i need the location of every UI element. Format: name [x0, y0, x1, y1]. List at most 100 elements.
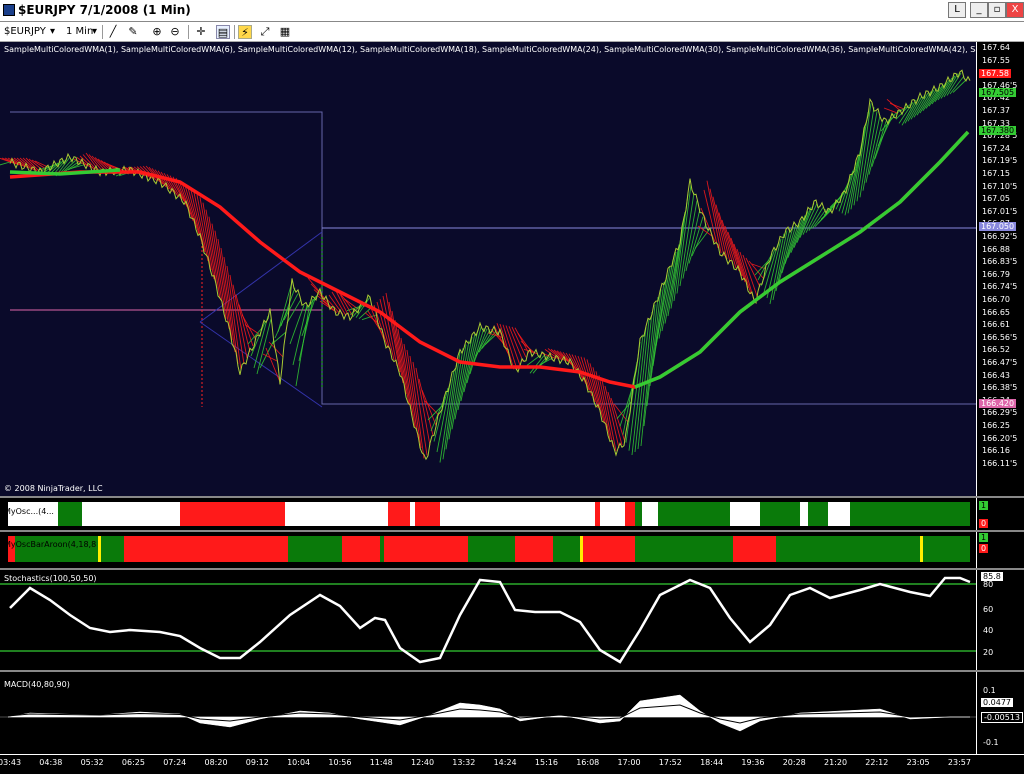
- chart-app-icon: [3, 4, 15, 16]
- stoch-tick-40: 40: [983, 626, 994, 635]
- time-tick: 12:40: [411, 758, 435, 767]
- line-style-icon[interactable]: ╱: [106, 25, 120, 39]
- stochastics-line: [9, 576, 971, 664]
- slow-wma-green: [634, 130, 970, 389]
- close-button[interactable]: X: [1006, 2, 1024, 18]
- time-tick: 16:08: [576, 758, 600, 767]
- price-tick: 167.10'5: [982, 181, 1018, 191]
- minimize-button[interactable]: _: [970, 2, 988, 18]
- price-marker: 166.420: [979, 399, 1017, 408]
- chart-toolbar: $EURJPY ▾ 1 Min ▾ ╱ ✎ ⊕ ⊖ ✛ ▤ ⚡ ⤢ ▦: [0, 22, 1024, 42]
- time-tick: 03:43: [0, 758, 22, 767]
- time-tick: 19:36: [741, 758, 765, 767]
- price-tick: 166.43: [982, 370, 1010, 380]
- macd-axis: 0.1 0.0477 -0.00513 -0.1: [976, 672, 1024, 754]
- chevron-down-icon[interactable]: ▾: [50, 24, 55, 40]
- macd-marker-1: 0.0477: [981, 698, 1013, 707]
- price-axis[interactable]: 167.64167.55167.51167.46'5167.42167.3716…: [976, 42, 1024, 497]
- time-tick: 13:32: [452, 758, 476, 767]
- osc2-label: MyOscBarAroon(4,18,8: [4, 540, 97, 549]
- properties-icon[interactable]: ▤: [216, 25, 230, 39]
- price-tick: 166.25: [982, 421, 1010, 430]
- price-tick: 166.83'5: [982, 257, 1018, 267]
- macd-label: MACD(40,80,90): [4, 680, 70, 689]
- osc1-axis: 1 0: [976, 498, 1024, 530]
- window-title: $EURJPY 7/1/2008 (1 Min): [18, 3, 191, 17]
- price-tick: 166.65: [982, 307, 1010, 317]
- stoch-current-marker: 85.8: [981, 572, 1003, 581]
- ninjatrader-chart-window: $EURJPY 7/1/2008 (1 Min) L _ ▫ X $EURJPY…: [0, 0, 1024, 774]
- time-tick: 11:48: [369, 758, 393, 767]
- price-panel[interactable]: SampleMultiColoredWMA(1), SampleMultiCol…: [0, 42, 1024, 497]
- time-axis[interactable]: 03:43 04:38 05:32 06:25 07:24 08:20 09:12 10:04…: [0, 754, 1024, 774]
- data-box-icon[interactable]: ▦: [278, 25, 292, 39]
- price-tick: 166.20'5: [982, 433, 1018, 443]
- price-chart: [0, 69, 976, 463]
- price-tick: 167.15: [982, 169, 1010, 178]
- price-tick: 167.55: [982, 55, 1010, 65]
- price-tick: 166.56'5: [982, 332, 1018, 342]
- link-button[interactable]: L: [948, 2, 966, 18]
- time-tick: 17:00: [617, 758, 641, 767]
- crosshair-icon[interactable]: ✛: [194, 25, 208, 39]
- price-tick: 166.88: [982, 244, 1010, 254]
- stoch-tick-60: 60: [983, 605, 994, 614]
- price-tick: 166.38'5: [982, 383, 1018, 393]
- time-tick: 10:56: [328, 758, 352, 767]
- time-tick: 14:24: [493, 758, 517, 767]
- stochastics-axis: 80 60 40 20 85.8: [976, 570, 1024, 670]
- zoom-out-icon[interactable]: ⊖: [168, 25, 182, 39]
- time-tick: 15:16: [534, 758, 558, 767]
- strategy-icon[interactable]: ⚡: [238, 25, 252, 39]
- title-bar[interactable]: $EURJPY 7/1/2008 (1 Min) L _ ▫ X: [0, 0, 1024, 22]
- osc-bar-panel-1[interactable]: MyOsc...(4...: [0, 498, 976, 530]
- osc-bar-panel-2[interactable]: MyOscBarAroon(4,18,8: [0, 532, 976, 568]
- price-marker: 167.58: [979, 69, 1011, 78]
- price-marker: 167.050: [979, 222, 1017, 231]
- time-tick: 07:24: [163, 758, 187, 767]
- macd-panel[interactable]: MACD(40,80,90): [0, 672, 976, 754]
- macd-marker-2: -0.00513: [981, 712, 1023, 723]
- instrument-selector[interactable]: $EURJPY: [4, 24, 46, 40]
- copyright-label: © 2008 NinjaTrader, LLC: [4, 484, 103, 493]
- time-tick: 09:12: [245, 758, 269, 767]
- time-tick: 04:38: [39, 758, 63, 767]
- time-tick: 22:12: [865, 758, 889, 767]
- time-tick: 05:32: [80, 758, 104, 767]
- pencil-icon[interactable]: ✎: [126, 25, 140, 39]
- time-tick: 10:04: [287, 758, 311, 767]
- price-marker: 167.505: [979, 88, 1017, 97]
- price-tick: 167.37: [982, 106, 1010, 115]
- stochastics-chart: [0, 576, 976, 664]
- zoom-in-icon[interactable]: ⊕: [150, 25, 164, 39]
- osc2-axis: 1 0: [976, 532, 1024, 568]
- stochastics-panel[interactable]: Stochastics(100,50,50): [0, 570, 976, 670]
- time-tick: 08:20: [204, 758, 228, 767]
- price-tick: 166.47'5: [982, 358, 1018, 367]
- stochastics-label: Stochastics(100,50,50): [4, 574, 97, 583]
- macd-chart: [0, 694, 976, 732]
- osc1-marker-bottom: 0: [979, 519, 989, 528]
- price-tick: 166.92'5: [982, 232, 1018, 241]
- price-tick: 166.79: [982, 269, 1010, 279]
- time-tick: 21:20: [824, 758, 848, 767]
- price-tick: 167.01'5: [982, 206, 1018, 216]
- price-tick: 166.61: [982, 320, 1010, 330]
- stoch-tick-80: 80: [983, 580, 994, 589]
- time-tick: 20:28: [782, 758, 806, 767]
- time-tick: 17:52: [658, 758, 682, 767]
- osc-bar-chart-2: [8, 536, 970, 562]
- maximize-button[interactable]: ▫: [988, 2, 1006, 18]
- osc1-label: MyOsc...(4...: [4, 507, 54, 516]
- price-tick: 167.24: [982, 143, 1010, 153]
- interval-selector[interactable]: 1 Min: [66, 24, 93, 40]
- osc-bar-chart-1: [8, 502, 970, 526]
- chevron-down-icon[interactable]: ▾: [92, 24, 97, 40]
- price-tick: 167.64: [982, 43, 1010, 52]
- price-tick: 166.74'5: [982, 282, 1018, 292]
- macd-tick-pos: 0.1: [983, 686, 996, 695]
- chart-icon[interactable]: ⤢: [258, 25, 272, 39]
- price-marker: 167.380: [979, 126, 1017, 135]
- price-tick: 166.52: [982, 345, 1010, 355]
- time-tick: 18:44: [700, 758, 724, 767]
